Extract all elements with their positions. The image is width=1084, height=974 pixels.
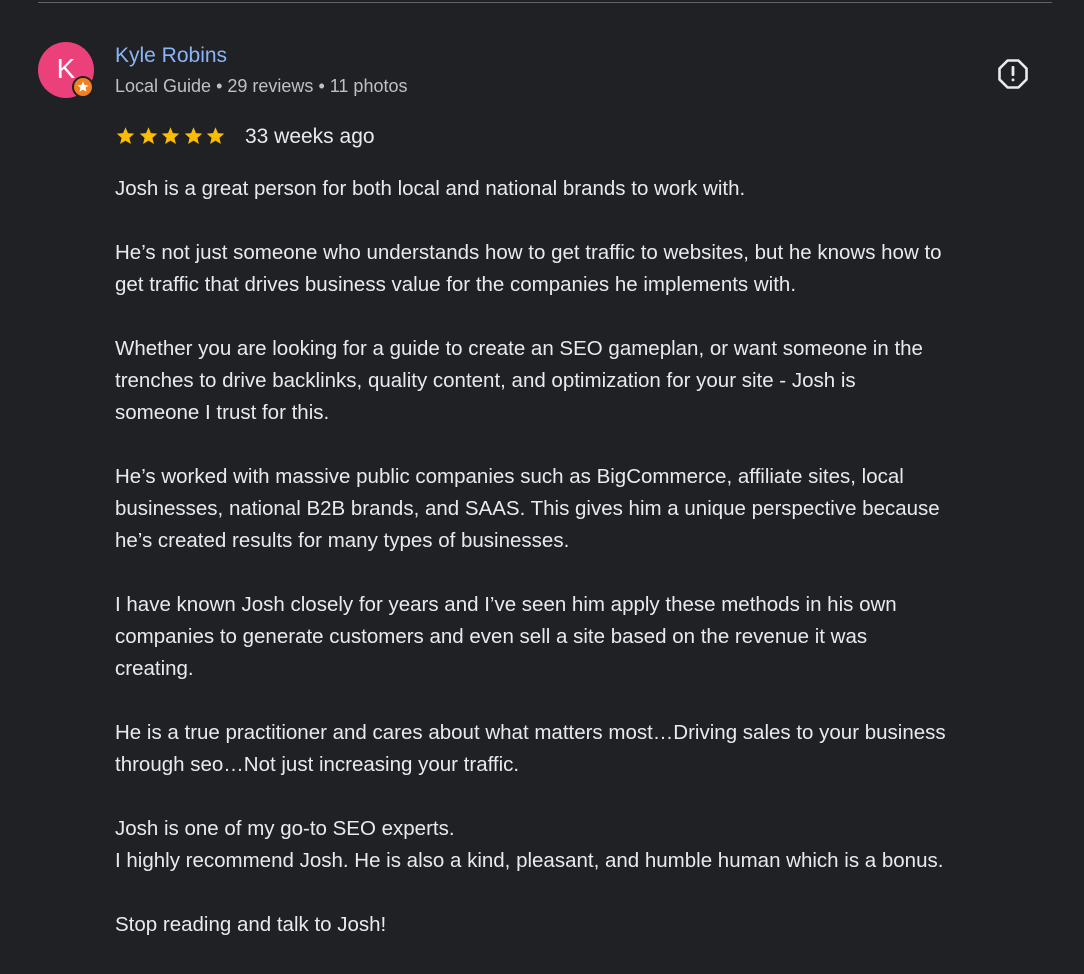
- review-line: He’s not just someone who understands ho…: [115, 241, 942, 264]
- meta-separator: •: [216, 76, 223, 96]
- review-line: He’s worked with massive public companie…: [115, 465, 904, 488]
- local-guide-star-icon: [74, 78, 92, 96]
- review-line: he’s created results for many types of b…: [115, 529, 570, 552]
- review-paragraph: Whether you are looking for a guide to c…: [115, 333, 1075, 429]
- report-button[interactable]: [996, 57, 1030, 91]
- review-line: Whether you are looking for a guide to c…: [115, 337, 923, 360]
- review-line: companies to generate customers and even…: [115, 625, 868, 648]
- star-icon: [184, 127, 203, 144]
- review-line: He is a true practitioner and cares abou…: [115, 721, 946, 744]
- review-paragraph: Stop reading and talk to Josh!: [115, 909, 1075, 941]
- review-line: I highly recommend Josh. He is also a ki…: [115, 849, 944, 872]
- avatar-letter: K: [56, 53, 76, 84]
- rating-row: 33 weeks ago: [115, 125, 375, 153]
- review-paragraph: He’s worked with massive public companie…: [115, 461, 1075, 557]
- star-icon: [139, 127, 157, 144]
- review-line: businesses, national B2B brands, and SAA…: [115, 497, 940, 520]
- star-rating: [115, 126, 228, 148]
- review-line: Josh is a great person for both local an…: [115, 177, 746, 200]
- report-flag-icon: [998, 59, 1028, 89]
- review-line: Stop reading and talk to Josh!: [115, 913, 387, 936]
- review-line: trenches to drive backlinks, quality con…: [115, 369, 856, 392]
- meta-separator: •: [318, 76, 325, 96]
- star-icon: [161, 127, 180, 144]
- reviewer-meta: Local Guide • 29 reviews • 11 photos: [115, 76, 407, 97]
- photos-count: 11 photos: [329, 76, 408, 96]
- star-icon: [207, 127, 225, 144]
- review-line: creating.: [115, 657, 194, 680]
- review-paragraph: He is a true practitioner and cares abou…: [115, 717, 1075, 781]
- local-guide-label: Local Guide: [115, 76, 212, 96]
- review-paragraph: Josh is one of my go-to SEO experts. I hi…: [115, 813, 1075, 877]
- review-text: Josh is a great person for both local an…: [115, 173, 1075, 973]
- review-paragraph: Josh is a great person for both local an…: [115, 173, 1075, 205]
- review-paragraph: I have known Josh closely for years and …: [115, 589, 1075, 685]
- review-line: through seo…Not just increasing your tra…: [115, 753, 520, 776]
- local-guide-badge: [72, 76, 94, 98]
- review-time: 33 weeks ago: [244, 125, 375, 148]
- review-paragraph: He’s not just someone who understands ho…: [115, 237, 1075, 301]
- reviews-count: 29 reviews: [227, 76, 314, 96]
- reviewer-name[interactable]: Kyle Robins: [115, 44, 227, 68]
- star-icon: [116, 127, 135, 144]
- top-divider: [38, 2, 1052, 3]
- review-line: I have known Josh closely for years and …: [115, 593, 897, 616]
- review-line: someone I trust for this.: [115, 401, 330, 424]
- review-line: Josh is one of my go-to SEO experts.: [115, 817, 455, 840]
- review-line: get traffic that drives business value f…: [115, 273, 797, 296]
